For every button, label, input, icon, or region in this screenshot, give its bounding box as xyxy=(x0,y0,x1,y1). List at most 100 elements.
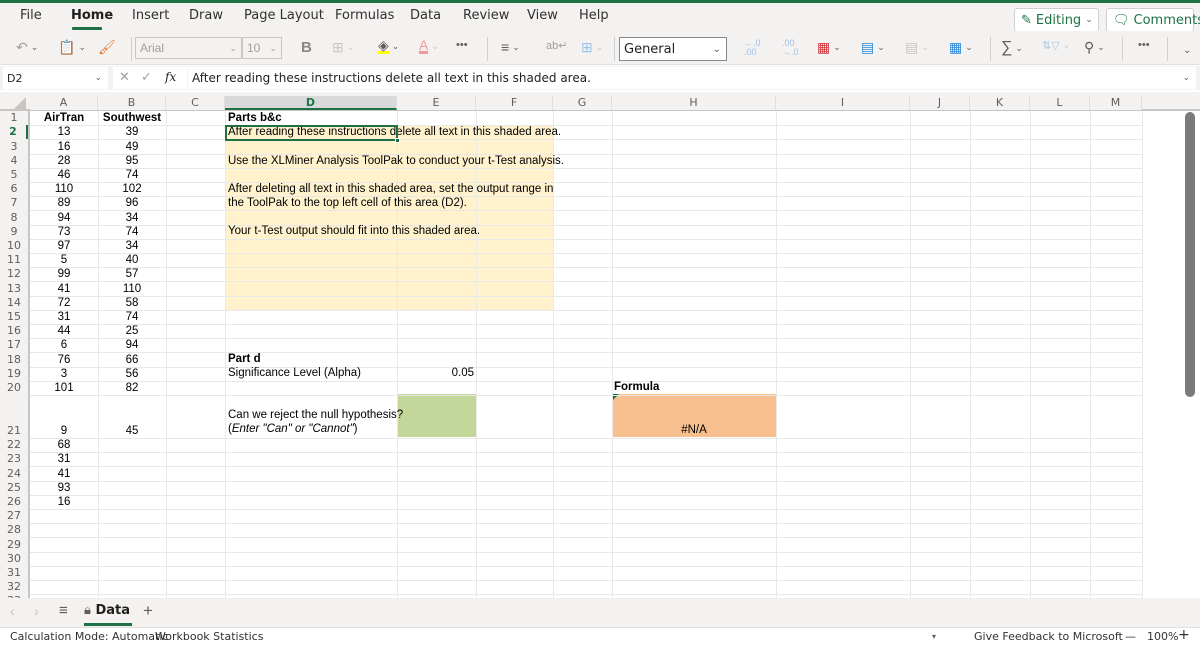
editing-mode-button[interactable]: ✎ Editing ⌄ xyxy=(1014,8,1099,32)
column-header-c[interactable]: C xyxy=(166,96,225,110)
row-header-4[interactable]: 4 xyxy=(0,154,28,168)
southwest-value[interactable]: 49 xyxy=(98,140,166,154)
bold-button[interactable]: B xyxy=(301,39,312,56)
southwest-value[interactable]: 40 xyxy=(98,253,166,267)
column-header-m[interactable]: M xyxy=(1090,96,1142,110)
insert-cells-button[interactable]: ▦ ⌄ xyxy=(949,39,973,56)
tab-review[interactable]: Review xyxy=(463,8,509,23)
fx-icon[interactable]: fx xyxy=(165,70,176,84)
row-header-29[interactable]: 29 xyxy=(0,538,28,552)
southwest-value[interactable]: 25 xyxy=(98,324,166,338)
airtran-value[interactable]: 28 xyxy=(30,154,98,168)
southwest-value[interactable]: 56 xyxy=(98,367,166,381)
airtran-value[interactable]: 13 xyxy=(30,125,98,139)
airtran-value[interactable]: 16 xyxy=(30,495,98,509)
southwest-value[interactable]: 74 xyxy=(98,225,166,239)
column-header-h[interactable]: H xyxy=(612,96,776,110)
tab-help[interactable]: Help xyxy=(579,8,609,23)
find-button[interactable]: ⚲ ⌄ xyxy=(1084,39,1105,56)
wrap-text-button[interactable]: ab↵ xyxy=(546,39,567,52)
airtran-value[interactable]: 72 xyxy=(30,296,98,310)
southwest-value[interactable]: 94 xyxy=(98,338,166,352)
tab-formulas[interactable]: Formulas xyxy=(335,8,394,23)
cell-styles-button[interactable]: ▤ ⌄ xyxy=(905,39,929,56)
column-header-f[interactable]: F xyxy=(476,96,553,110)
more-font-options-button[interactable]: ••• xyxy=(456,39,468,51)
southwest-value[interactable]: 34 xyxy=(98,239,166,253)
row-header-24[interactable]: 24 xyxy=(0,467,28,481)
airtran-value[interactable]: 9 xyxy=(30,424,98,438)
southwest-value[interactable]: 45 xyxy=(98,424,166,438)
answer-cell[interactable] xyxy=(397,394,476,437)
column-header-b[interactable]: B xyxy=(98,96,166,110)
zoom-out-button[interactable]: — xyxy=(1125,630,1136,643)
airtran-value[interactable]: 93 xyxy=(30,481,98,495)
row-header-12[interactable]: 12 xyxy=(0,267,28,281)
row-header-7[interactable]: 7 xyxy=(0,196,28,210)
airtran-value[interactable]: 5 xyxy=(30,253,98,267)
row-header-26[interactable]: 26 xyxy=(0,495,28,509)
undo-button[interactable]: ↶ ⌄ xyxy=(16,39,38,56)
number-format-select[interactable]: General ⌄ xyxy=(619,37,727,61)
confirm-icon[interactable]: ✓ xyxy=(141,69,152,85)
tab-file[interactable]: File xyxy=(20,8,42,23)
align-button[interactable]: ≡ ⌄ xyxy=(501,39,520,55)
row-header-13[interactable]: 13 xyxy=(0,282,28,296)
borders-button[interactable]: ⊞ ⌄ xyxy=(332,39,354,56)
tab-home[interactable]: Home xyxy=(71,8,113,23)
row-header-17[interactable]: 17 xyxy=(0,338,28,352)
southwest-value[interactable]: 82 xyxy=(98,381,166,395)
increase-decimal-button[interactable]: ←.0 .00 xyxy=(744,39,766,57)
row-header-3[interactable]: 3 xyxy=(0,140,28,154)
southwest-value[interactable]: 57 xyxy=(98,267,166,281)
airtran-value[interactable]: 31 xyxy=(30,452,98,466)
decrease-decimal-button[interactable]: .00 →.0 xyxy=(782,39,804,57)
column-header-i[interactable]: I xyxy=(776,96,910,110)
airtran-value[interactable]: 110 xyxy=(30,182,98,196)
row-header-10[interactable]: 10 xyxy=(0,239,28,253)
airtran-value[interactable]: 99 xyxy=(30,267,98,281)
southwest-value[interactable]: 39 xyxy=(98,125,166,139)
row-header-2[interactable]: 2 xyxy=(0,125,28,139)
row-header-30[interactable]: 30 xyxy=(0,552,28,566)
column-header-j[interactable]: J xyxy=(910,96,970,110)
row-header-8[interactable]: 8 xyxy=(0,211,28,225)
row-header-5[interactable]: 5 xyxy=(0,168,28,182)
give-feedback-link[interactable]: Give Feedback to Microsoft xyxy=(974,630,1123,643)
row-header-16[interactable]: 16 xyxy=(0,324,28,338)
formula-input[interactable]: After reading these instructions delete … xyxy=(188,67,1196,89)
autosum-button[interactable]: ∑ ⌄ xyxy=(1001,39,1023,57)
sheet-tab-data[interactable]: 🔒︎ Data xyxy=(84,603,132,626)
expand-ribbon-button[interactable]: ⌄ xyxy=(1183,45,1191,56)
row-header-14[interactable]: 14 xyxy=(0,296,28,310)
airtran-value[interactable]: 46 xyxy=(30,168,98,182)
southwest-value[interactable]: 110 xyxy=(98,282,166,296)
column-header-a[interactable]: A xyxy=(30,96,98,110)
southwest-value[interactable]: 58 xyxy=(98,296,166,310)
airtran-value[interactable]: 6 xyxy=(30,338,98,352)
airtran-value[interactable]: 41 xyxy=(30,282,98,296)
workbook-statistics[interactable]: Workbook Statistics xyxy=(155,630,263,643)
airtran-value[interactable]: 16 xyxy=(30,140,98,154)
merge-button[interactable]: ⊞ ⌄ xyxy=(581,39,603,56)
tab-insert[interactable]: Insert xyxy=(132,8,169,23)
font-name-select[interactable]: Arial ⌄ xyxy=(135,37,242,59)
column-header-l[interactable]: L xyxy=(1030,96,1090,110)
airtran-value[interactable]: 73 xyxy=(30,225,98,239)
row-header-28[interactable]: 28 xyxy=(0,523,28,537)
southwest-value[interactable]: 102 xyxy=(98,182,166,196)
more-options-button[interactable]: ••• xyxy=(1138,39,1150,51)
row-header-21[interactable]: 21 xyxy=(0,424,28,438)
airtran-value[interactable]: 41 xyxy=(30,467,98,481)
airtran-value[interactable]: 89 xyxy=(30,196,98,210)
southwest-value[interactable]: 96 xyxy=(98,196,166,210)
row-header-15[interactable]: 15 xyxy=(0,310,28,324)
fill-handle[interactable] xyxy=(395,138,400,143)
row-header-22[interactable]: 22 xyxy=(0,438,28,452)
column-header-g[interactable]: G xyxy=(553,96,612,110)
tab-data[interactable]: Data xyxy=(410,8,441,23)
tab-draw[interactable]: Draw xyxy=(189,8,223,23)
row-header-27[interactable]: 27 xyxy=(0,509,28,523)
row-header-25[interactable]: 25 xyxy=(0,481,28,495)
name-box[interactable]: D2 ⌄ xyxy=(3,67,108,89)
